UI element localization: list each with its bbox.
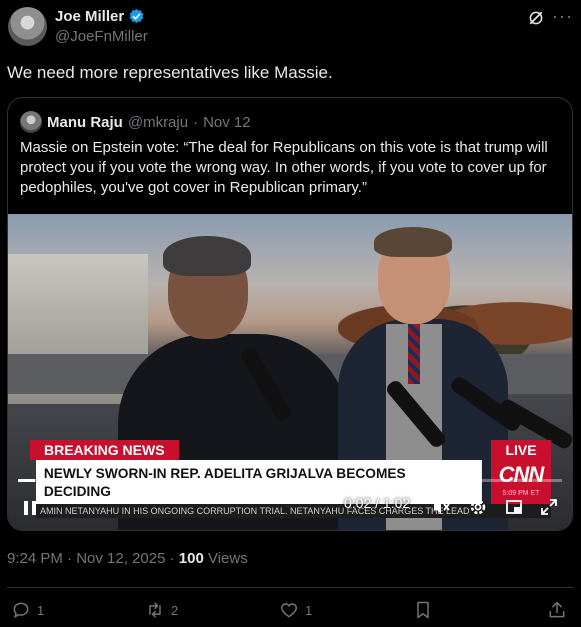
quoted-author-handle: @mkraju — [127, 113, 189, 131]
tweet-timestamp: 9:24 PM · Nov 12, 2025 · 100 Views — [7, 550, 248, 567]
tweet-actions: 1 2 1 — [0, 600, 581, 622]
reply-button[interactable]: 1 — [11, 600, 44, 620]
fullscreen-icon — [541, 499, 557, 515]
bookmark-icon — [417, 601, 429, 619]
quoted-tweet-header: Manu Raju @mkraju · Nov 12 — [20, 111, 251, 133]
author-handle[interactable]: @JoeFnMiller — [55, 28, 148, 45]
heart-icon — [280, 603, 298, 618]
tweet-header: Joe Miller @JoeFnMiller ··· — [8, 6, 573, 48]
video-progress-bar[interactable] — [18, 479, 562, 482]
fullscreen-button[interactable] — [539, 497, 559, 517]
mute-button[interactable] — [431, 497, 451, 517]
share-icon — [549, 601, 565, 618]
video-time-display: 0:02 / 1:02 — [344, 495, 411, 511]
retweet-icon — [149, 602, 161, 618]
retweet-count: 2 — [171, 602, 179, 618]
quoted-date: Nov 12 — [203, 113, 251, 131]
volume-muted-icon — [434, 500, 450, 514]
share-button[interactable] — [547, 600, 567, 620]
reply-count: 1 — [37, 602, 45, 618]
bookmark-button[interactable] — [413, 600, 433, 620]
pause-icon — [24, 501, 36, 515]
author-avatar[interactable] — [8, 7, 47, 46]
pause-button[interactable] — [20, 498, 40, 518]
tweet-time[interactable]: 9:24 PM · Nov 12, 2025 · — [7, 550, 179, 567]
author-name-row: Joe Miller — [55, 8, 145, 25]
divider — [7, 587, 573, 588]
more-options-icon[interactable]: ··· — [552, 6, 573, 27]
retweet-button[interactable]: 2 — [145, 600, 178, 620]
views-label: Views — [203, 550, 248, 567]
picture-in-picture-button[interactable] — [505, 497, 525, 517]
live-label: LIVE — [491, 440, 551, 460]
cnn-logo: CNN — [498, 462, 545, 487]
reply-icon — [13, 602, 29, 619]
picture-in-picture-icon — [506, 500, 522, 514]
quoted-author-avatar — [20, 111, 42, 133]
quoted-tweet[interactable]: Manu Raju @mkraju · Nov 12 Massie on Eps… — [7, 97, 573, 531]
like-button[interactable]: 1 — [279, 600, 312, 620]
video-progress-fill — [18, 479, 36, 482]
video-controls: 0:02 / 1:02 — [8, 491, 572, 525]
view-count: 100 — [178, 550, 204, 567]
video-player[interactable]: BREAKING NEWS LIVE NEWLY SWORN-IN REP. A… — [8, 214, 572, 530]
breaking-news-label: BREAKING NEWS — [30, 440, 179, 460]
grok-icon[interactable] — [527, 9, 545, 27]
author-name[interactable]: Joe Miller — [55, 8, 124, 25]
verified-badge-icon — [129, 9, 144, 23]
quoted-tweet-text: Massie on Epstein vote: “The deal for Re… — [20, 139, 548, 196]
like-count: 1 — [305, 602, 313, 618]
gear-icon — [470, 499, 486, 515]
quoted-separator: · — [193, 113, 199, 131]
quoted-author-name: Manu Raju — [47, 113, 123, 131]
tweet-text: We need more representatives like Massie… — [7, 63, 333, 82]
settings-button[interactable] — [468, 497, 488, 517]
